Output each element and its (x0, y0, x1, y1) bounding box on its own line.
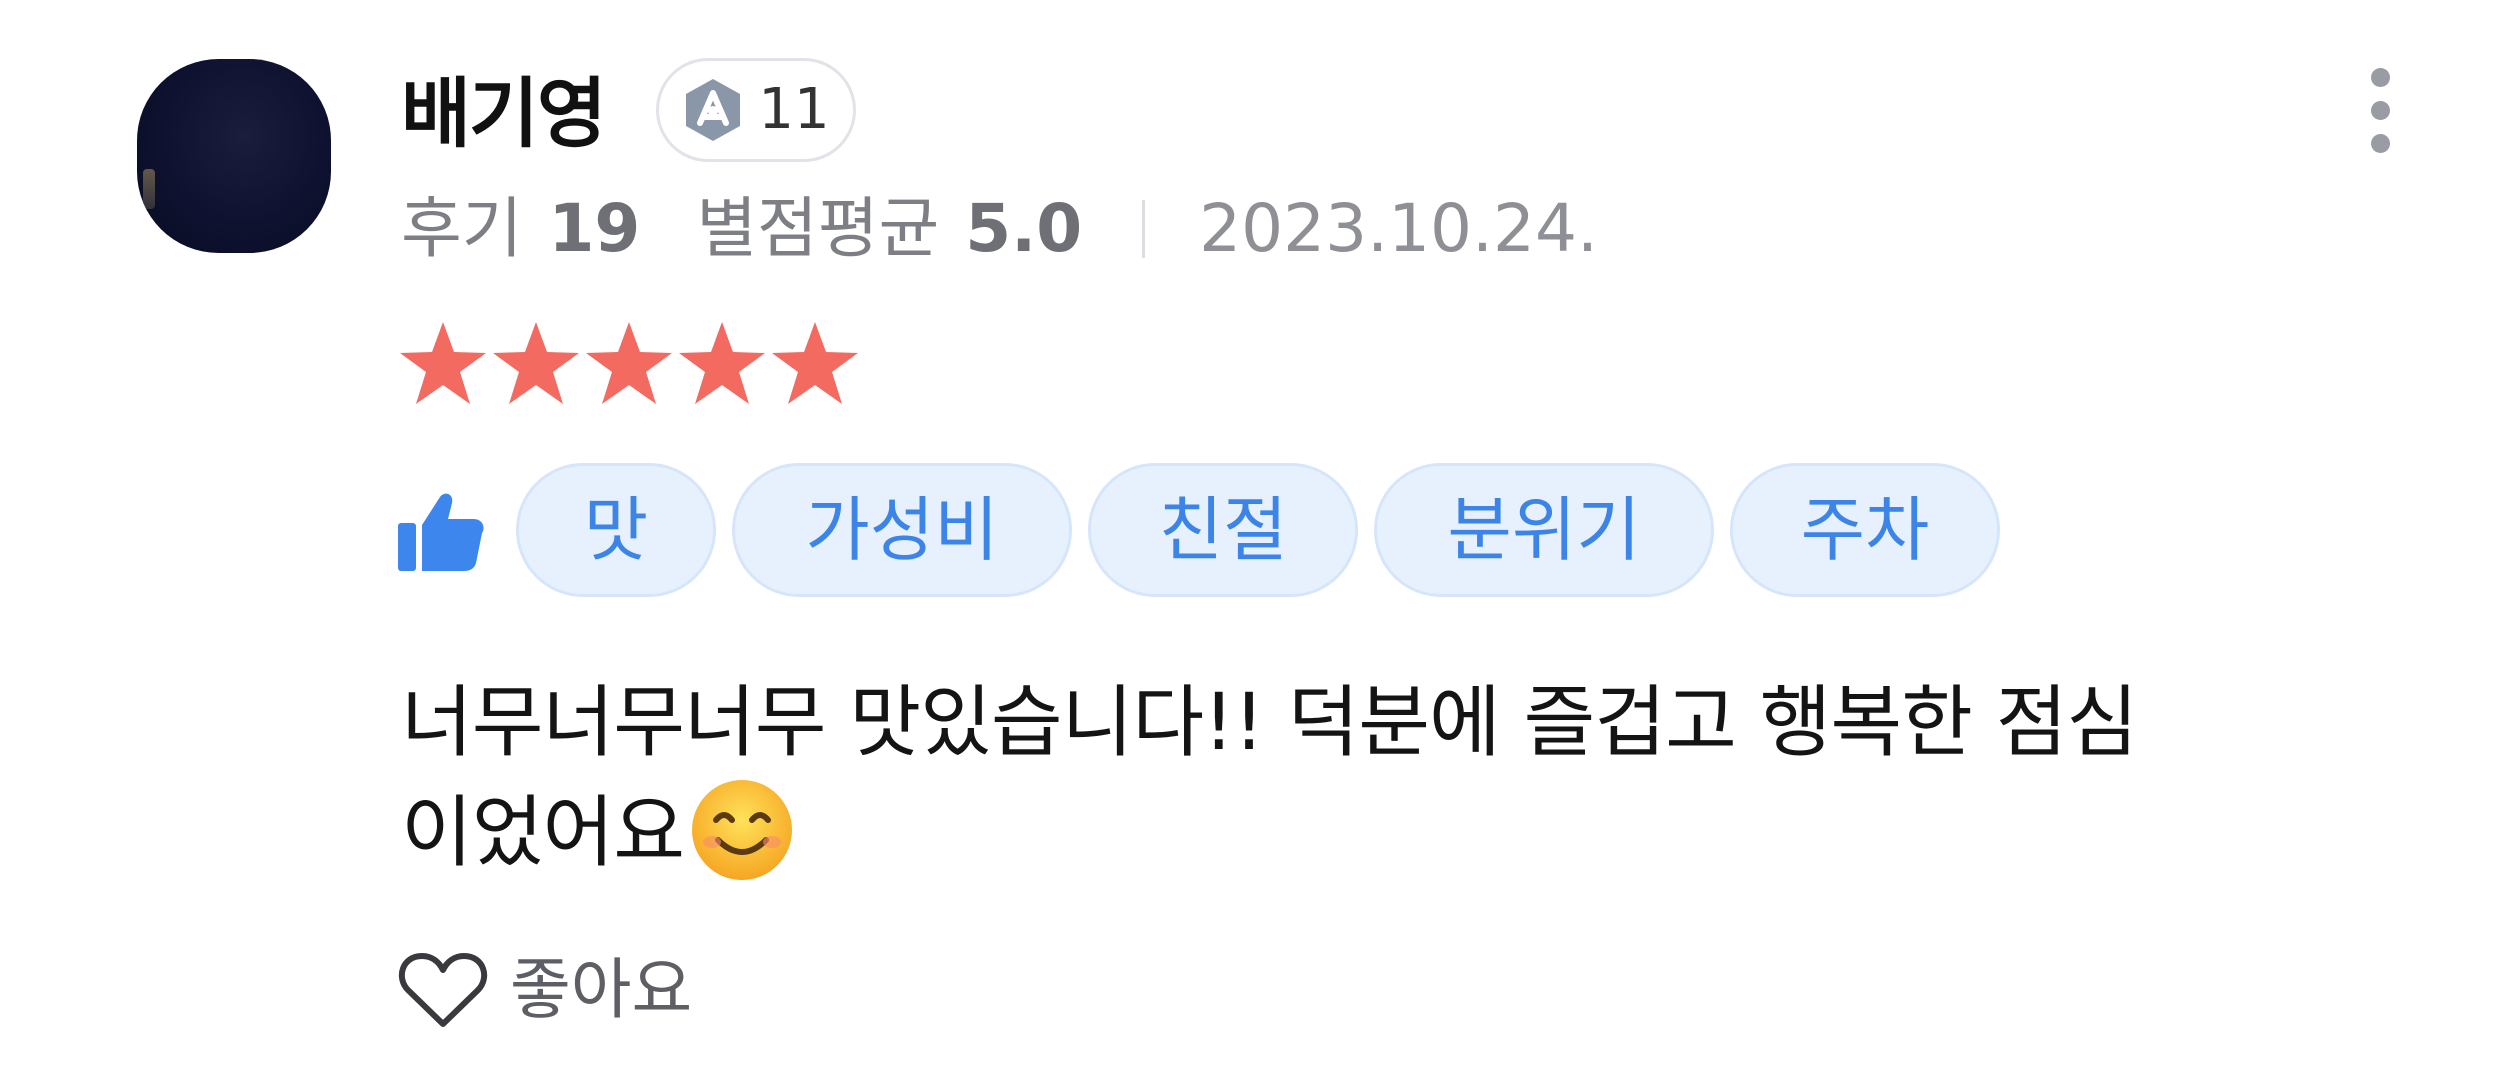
review-text: 너무너무너무 맛있습니다!! 덕분에 즐겁고 행복한 점심 이었어요 (401, 668, 2421, 892)
user-name[interactable]: 배기영 (401, 64, 607, 164)
review-text-line-2: 이었어요 (401, 778, 2421, 892)
star-icon (772, 322, 858, 404)
heart-icon (398, 953, 488, 1027)
rating-avg-label: 별점평균 (696, 190, 940, 267)
star-icon (493, 322, 579, 404)
tag-chip[interactable]: 분위기 (1374, 463, 1714, 597)
liked-points: 맛 가성비 친절 분위기 주차 (396, 463, 2016, 597)
more-options-button[interactable] (2350, 50, 2410, 170)
like-button[interactable]: 좋아요 (398, 940, 692, 1040)
more-dot-icon (2370, 133, 2390, 153)
tag-chip[interactable]: 가성비 (732, 463, 1072, 597)
tag-chip[interactable]: 맛 (516, 463, 716, 597)
star-rating (398, 320, 860, 406)
avatar-detail (143, 169, 155, 209)
review-meta: 후기 19 별점평균 5.0 2023.10.24. (401, 184, 1598, 274)
star-icon (586, 322, 672, 404)
review-text-line-1: 너무너무너무 맛있습니다!! 덕분에 즐겁고 행복한 점심 (401, 678, 2138, 768)
tag-chip[interactable]: 주차 (1730, 463, 2000, 597)
user-level-badge: 11 (656, 58, 856, 162)
star-icon (679, 322, 765, 404)
review-count: 19 (548, 190, 641, 267)
thumbs-up-icon (398, 493, 484, 571)
review-date: 2023.10.24. (1199, 190, 1598, 267)
star-icon (400, 322, 486, 404)
level-number: 11 (758, 77, 830, 142)
smiling-face-emoji-icon (692, 779, 793, 880)
review-text-line-2-text: 이었어요 (401, 788, 685, 878)
meta-divider (1142, 200, 1146, 258)
tag-chip[interactable]: 친절 (1088, 463, 1358, 597)
like-label: 좋아요 (510, 951, 693, 1028)
more-dot-icon (2370, 67, 2390, 87)
more-dot-icon (2370, 100, 2390, 120)
rating-avg: 5.0 (965, 190, 1083, 267)
user-avatar[interactable] (137, 59, 331, 253)
review-count-label: 후기 (401, 190, 523, 267)
level-hexagon-icon (686, 79, 741, 141)
